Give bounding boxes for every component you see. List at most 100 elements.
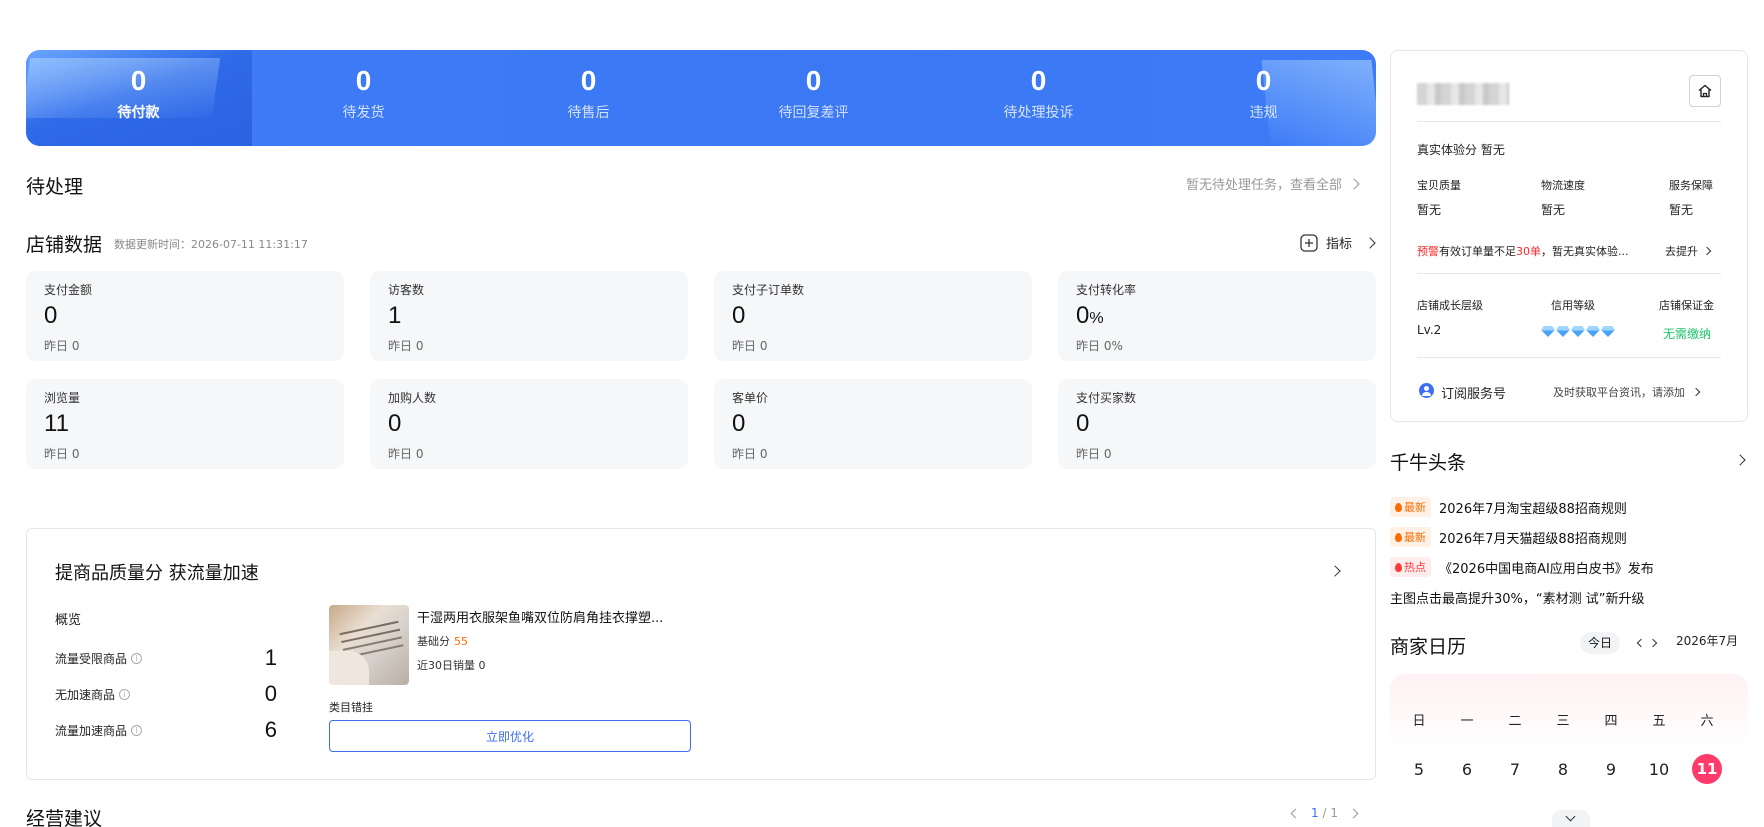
todo-title: 待处理 <box>26 176 84 198</box>
flame-icon <box>1395 532 1402 542</box>
diamond-icon <box>1556 326 1570 337</box>
calendar-month: 2026年7月 <box>1676 634 1739 648</box>
metric-label: 支付买家数 <box>1076 391 1137 405</box>
chevron-left-icon[interactable] <box>1290 808 1301 818</box>
calendar-day[interactable]: 8 <box>1539 760 1587 779</box>
metrics-settings-link[interactable]: 指标 <box>1300 233 1376 252</box>
status-label: 违规 <box>1249 105 1278 121</box>
news-tag: 热点 <box>1390 557 1431 577</box>
metric-card[interactable]: 支付金额 0 昨日 0 <box>26 271 344 361</box>
chevron-down-icon <box>1565 811 1576 822</box>
metric-yesterday: 昨日 0 <box>388 339 424 353</box>
metric-label: 支付金额 <box>44 283 93 297</box>
metric-card[interactable]: 访客数 1 昨日 0 <box>370 271 688 361</box>
chevron-right-icon[interactable] <box>1648 638 1658 648</box>
news-item[interactable]: 最新 2026年7月天猫超级88招商规则 <box>1390 527 1627 547</box>
metric-card[interactable]: 支付买家数 0 昨日 0 <box>1058 379 1376 469</box>
calendar-week-view: 日一二三四五六 5 6 7 8 9 10 11 <box>1390 674 1748 814</box>
subscribe-hint-link[interactable]: 及时获取平台资讯，请添加 <box>1553 384 1701 400</box>
quality-stat-row[interactable]: 流量加速商品 i 6 <box>55 717 277 743</box>
divider <box>1417 273 1721 274</box>
chevron-right-icon[interactable] <box>1329 565 1341 577</box>
shop-home-button[interactable] <box>1689 75 1721 107</box>
advice-pager: 1 / 1 <box>1290 806 1359 820</box>
level-label: 店铺成长层级 <box>1417 299 1483 312</box>
quality-stat-row[interactable]: 流量受限商品 i 1 <box>55 645 277 671</box>
score-value: 暂无 <box>1417 203 1442 217</box>
metric-yesterday: 昨日 0 <box>732 339 768 353</box>
score-value: 暂无 <box>1541 203 1566 217</box>
status-count: 0 <box>130 65 147 96</box>
plus-square-icon <box>1300 233 1318 252</box>
calendar-title: 商家日历 <box>1390 636 1467 658</box>
score-label: 宝贝质量 <box>1417 179 1461 192</box>
news-text: 《2026中国电商AI应用白皮书》发布 <box>1439 561 1654 577</box>
metric-yesterday: 昨日 0 <box>388 447 424 461</box>
product-thumbnail[interactable] <box>329 605 409 685</box>
subscribe-label[interactable]: 订阅服务号 <box>1441 383 1506 402</box>
optimize-now-button[interactable]: 立即优化 <box>329 720 691 752</box>
chevron-right-icon[interactable] <box>1734 454 1746 466</box>
status-negative-reviews[interactable]: 0 待回复差评 <box>701 50 926 146</box>
calendar-day[interactable]: 9 <box>1587 760 1635 779</box>
metric-card[interactable]: 客单价 0 昨日 0 <box>714 379 1032 469</box>
calendar-day-today[interactable]: 11 <box>1692 754 1722 784</box>
metric-value: 11 <box>44 410 69 437</box>
shop-profile-card: 真实体验分 暂无 宝贝质量 暂无 物流速度 暂无 服务保障 暂无 预警有效订单量… <box>1390 50 1748 422</box>
metric-yesterday: 昨日 0 <box>44 339 80 353</box>
flame-icon <box>1395 562 1402 572</box>
news-item[interactable]: 最新 2026年7月淘宝超级88招商规则 <box>1390 497 1627 517</box>
quality-stat-value: 1 <box>264 645 277 670</box>
chevron-right-icon[interactable] <box>1348 808 1359 818</box>
news-item[interactable]: 热点 《2026中国电商AI应用白皮书》发布 <box>1390 557 1654 577</box>
status-pending-shipment[interactable]: 0 待发货 <box>251 50 476 146</box>
metric-card[interactable]: 加购人数 0 昨日 0 <box>370 379 688 469</box>
calendar-day[interactable]: 7 <box>1491 760 1539 779</box>
status-after-sales[interactable]: 0 待售后 <box>476 50 701 146</box>
status-pending-payment[interactable]: 0 待付款 <box>26 50 251 146</box>
news-text: 2026年7月天猫超级88招商规则 <box>1439 531 1627 547</box>
news-title: 千牛头条 <box>1390 452 1467 474</box>
metric-card[interactable]: 浏览量 11 昨日 0 <box>26 379 344 469</box>
info-icon: i <box>119 688 131 700</box>
metric-label: 加购人数 <box>388 391 437 405</box>
calendar-day[interactable]: 10 <box>1635 760 1683 779</box>
product-sales: 近30日销量 0 <box>417 659 486 672</box>
metric-yesterday: 昨日 0 <box>732 447 768 461</box>
quality-stat-label: 流量加速商品 <box>55 723 128 738</box>
deposit-status[interactable]: 无需缴纳 <box>1663 325 1711 342</box>
chevron-left-icon[interactable] <box>1636 638 1646 648</box>
metric-card[interactable]: 支付转化率 0% 昨日 0% <box>1058 271 1376 361</box>
shop-name-blurred <box>1417 83 1509 105</box>
metric-label: 访客数 <box>388 283 425 297</box>
product-quality-card: 提商品质量分 获流量加速 概览 流量受限商品 i 1 无加速商品 i 0 流量加速商… <box>26 528 1376 780</box>
improve-link[interactable]: 去提升 <box>1665 243 1712 259</box>
score-label: 物流速度 <box>1541 179 1585 192</box>
status-complaints[interactable]: 0 待处理投诉 <box>926 50 1151 146</box>
today-button[interactable]: 今日 <box>1580 632 1620 654</box>
status-label: 待发货 <box>342 105 385 121</box>
calendar-expand-button[interactable] <box>1552 810 1590 827</box>
calendar-day[interactable]: 5 <box>1395 760 1443 779</box>
level-value: Lv.2 <box>1417 323 1442 337</box>
quality-stat-value: 6 <box>264 717 277 742</box>
metrics-link-text: 指标 <box>1326 237 1353 252</box>
metric-label: 支付子订单数 <box>732 283 805 297</box>
status-violations[interactable]: 0 违规 <box>1151 50 1376 146</box>
news-item[interactable]: 主图点击最高提升30%，“素材测 试”新升级 <box>1390 588 1645 607</box>
quality-stat-row[interactable]: 无加速商品 i 0 <box>55 681 277 707</box>
product-name[interactable]: 干湿两用衣服架鱼嘴双位防肩角挂衣撑塑... <box>417 607 663 626</box>
metric-card[interactable]: 支付子订单数 0 昨日 0 <box>714 271 1032 361</box>
calendar-day[interactable]: 6 <box>1443 760 1491 779</box>
credit-rating <box>1541 326 1615 337</box>
quality-stat-value: 0 <box>264 681 277 706</box>
diamond-icon <box>1571 326 1585 337</box>
calendar-days: 5 6 7 8 9 10 11 <box>1390 754 1748 784</box>
divider <box>1417 357 1721 358</box>
status-label: 待回复差评 <box>778 105 849 121</box>
todo-link-text: 暂无待处理任务，查看全部 <box>1186 178 1343 193</box>
status-count: 0 <box>805 65 822 96</box>
todo-view-all-link[interactable]: 暂无待处理任务，查看全部 <box>1186 174 1360 193</box>
metric-value: 0 <box>732 302 746 329</box>
product-issue: 类目错挂 <box>329 701 373 714</box>
